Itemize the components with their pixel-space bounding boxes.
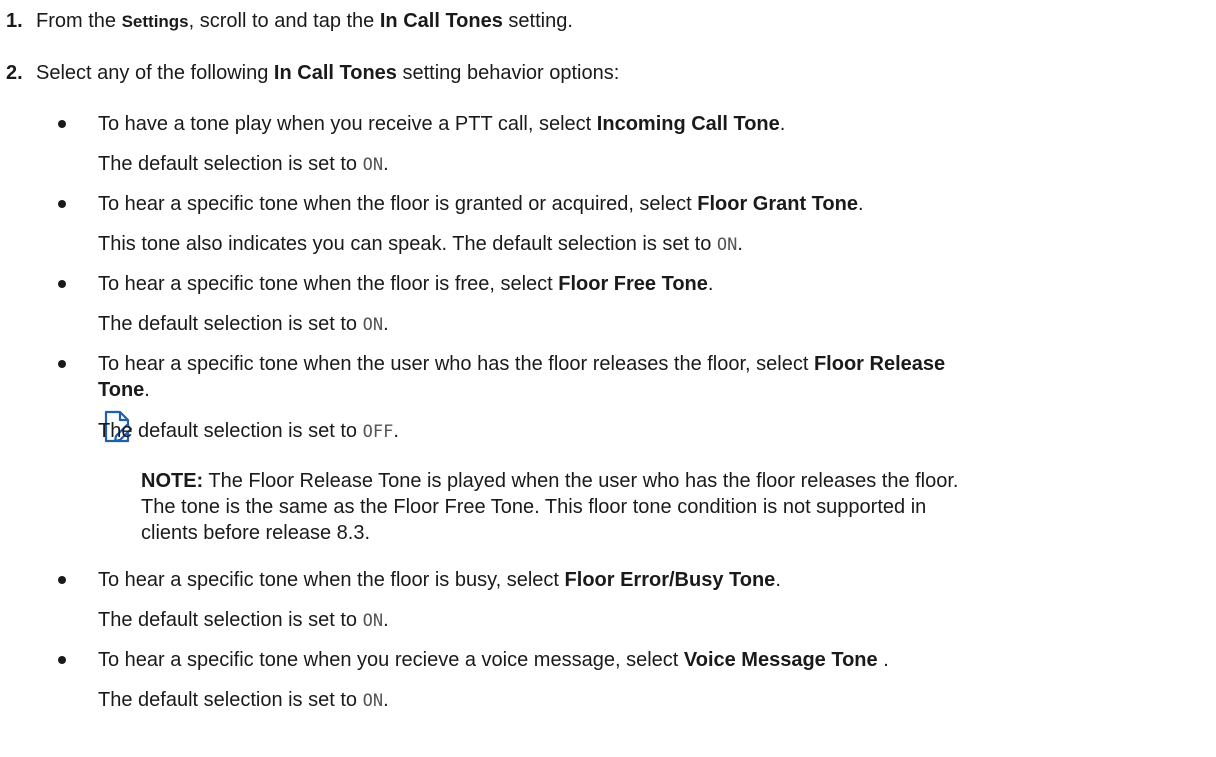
note-line-2: The tone is the same as the Floor Free T… <box>141 496 927 518</box>
option-voice-message-tone: To hear a specific tone when you recieve… <box>98 647 889 673</box>
default-end: . <box>393 420 399 442</box>
option-end: . <box>877 649 889 671</box>
step-suffix: setting behavior options: <box>396 62 620 84</box>
option-name: Floor Free Tone <box>558 273 708 295</box>
option-text: To hear a specific tone when the floor i… <box>98 273 559 295</box>
step-prefix: Select any of the following <box>36 62 274 84</box>
default-value: ON <box>362 315 384 335</box>
step-number: 1. <box>6 10 23 32</box>
default-text: The default selection is set to <box>98 689 363 711</box>
default-text: The default selection is set to <box>98 420 363 442</box>
note-line-3: clients before release 8.3. <box>141 522 371 544</box>
in-call-tones-term: In Call Tones <box>379 10 503 32</box>
bullet-icon <box>58 576 66 584</box>
bullet-icon <box>58 656 66 664</box>
option-floor-release-tone: To hear a specific tone when the user wh… <box>98 351 945 377</box>
default-value: ON <box>362 611 384 631</box>
option-end: . <box>857 193 864 215</box>
option-text: To hear a specific tone when the user wh… <box>98 353 814 375</box>
option-end: . <box>707 273 714 295</box>
option-default: The default selection is set to ON. <box>98 311 389 338</box>
step-prefix: From the <box>36 10 122 32</box>
step-text: Select any of the following In Call Tone… <box>36 60 619 86</box>
option-name-continued: Tone. <box>98 377 150 403</box>
option-text: To hear a specific tone when the floor i… <box>98 569 565 591</box>
note-line-1: NOTE: The Floor Release Tone is played w… <box>141 468 958 494</box>
option-default: The default selection is set to ON. <box>98 687 389 714</box>
note-label: NOTE: <box>141 470 204 492</box>
option-name: Incoming Call Tone <box>596 113 780 135</box>
option-default: The default selection is set to ON. <box>98 151 389 178</box>
option-name: Voice Message Tone <box>683 649 878 671</box>
step-middle: , scroll to and tap the <box>188 10 380 32</box>
step-text: From the Settings, scroll to and tap the… <box>36 8 573 35</box>
option-name: Floor Grant Tone <box>697 193 858 215</box>
option-default: The default selection is set to ON. <box>98 607 389 634</box>
note-text: The Floor Release Tone is played when th… <box>203 470 959 492</box>
option-end: . <box>144 379 150 401</box>
option-text: To hear a specific tone when you recieve… <box>98 649 684 671</box>
bullet-icon <box>58 360 66 368</box>
option-incoming-call-tone: To have a tone play when you receive a P… <box>98 111 785 137</box>
default-end: . <box>383 609 389 631</box>
bullet-icon <box>58 200 66 208</box>
option-name: Floor Error/Busy Tone <box>564 569 776 591</box>
default-value: ON <box>362 691 384 711</box>
option-default: The default selection is set to OFF. <box>98 418 399 445</box>
option-text: To have a tone play when you receive a P… <box>98 113 597 135</box>
bullet-icon <box>58 280 66 288</box>
option-floor-free-tone: To hear a specific tone when the floor i… <box>98 271 713 297</box>
option-default: This tone also indicates you can speak. … <box>98 231 743 258</box>
option-floor-error-busy-tone: To hear a specific tone when the floor i… <box>98 567 781 593</box>
option-floor-grant-tone: To hear a specific tone when the floor i… <box>98 191 864 217</box>
default-end: . <box>383 313 389 335</box>
default-value: ON <box>362 155 384 175</box>
option-end: . <box>775 569 781 591</box>
default-value: OFF <box>362 422 394 442</box>
in-call-tones-term: In Call Tones <box>273 62 397 84</box>
default-end: . <box>383 153 389 175</box>
option-text: To hear a specific tone when the floor i… <box>98 193 698 215</box>
bullet-icon <box>58 120 66 128</box>
default-text: The default selection is set to <box>98 609 363 631</box>
step-suffix: setting. <box>502 10 573 32</box>
default-value: ON <box>716 235 738 255</box>
default-text: The default selection is set to <box>98 313 363 335</box>
option-name: Floor Release <box>813 353 946 375</box>
option-end: . <box>779 113 786 135</box>
document-page: 1. From the Settings, scroll to and tap … <box>0 0 1216 757</box>
option-name-cont: Tone <box>98 379 145 401</box>
default-text: This tone also indicates you can speak. … <box>98 233 717 255</box>
default-end: . <box>737 233 743 255</box>
settings-term: Settings <box>121 12 189 31</box>
default-text: The default selection is set to <box>98 153 363 175</box>
default-end: . <box>383 689 389 711</box>
step-number: 2. <box>6 62 23 84</box>
